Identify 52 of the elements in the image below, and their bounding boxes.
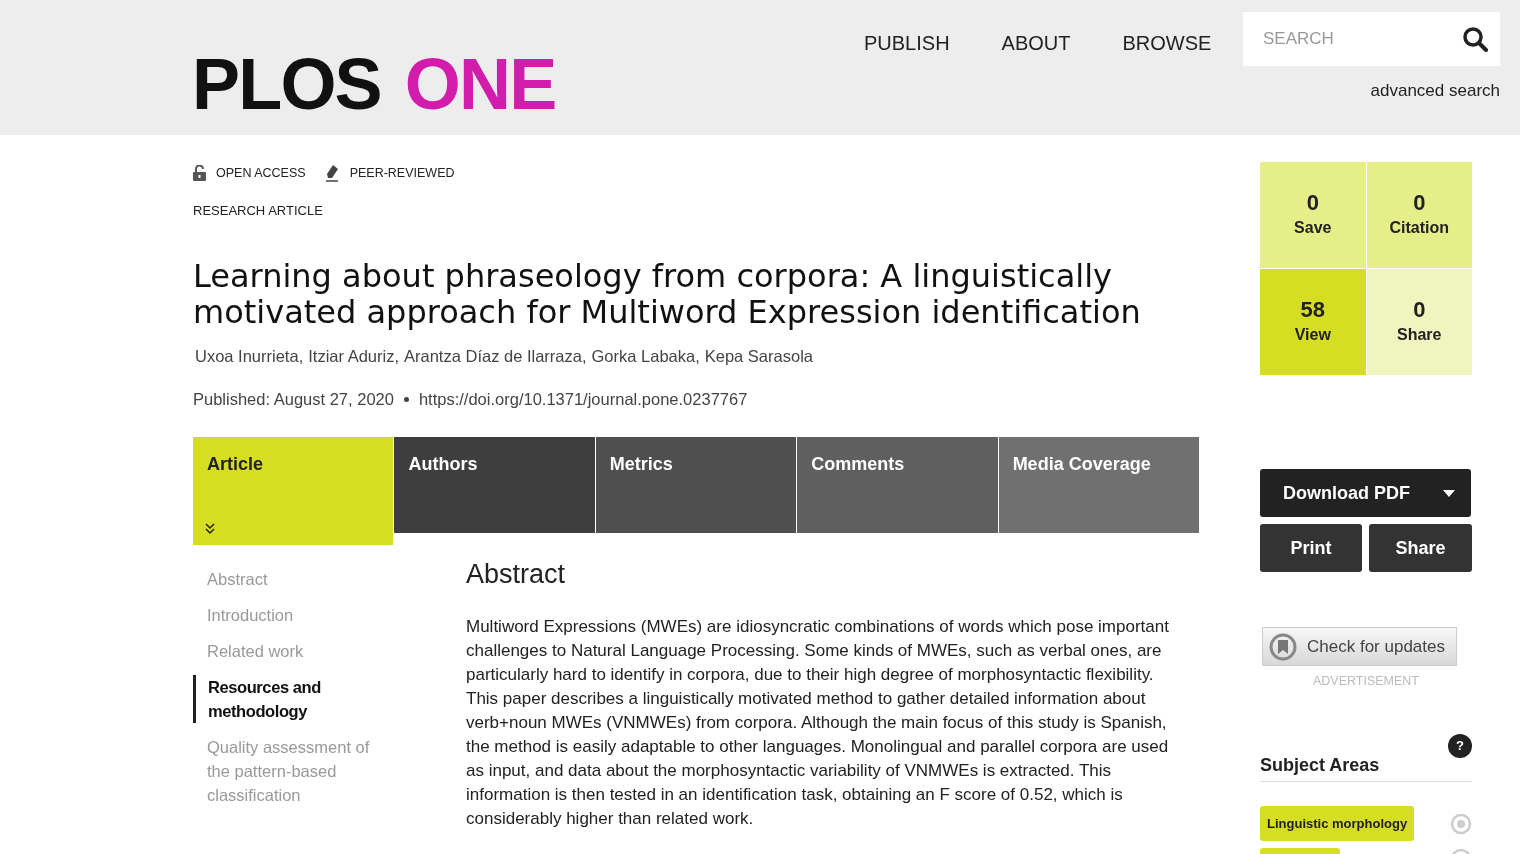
author-link[interactable]: Gorka Labaka, [591, 344, 700, 369]
author-link[interactable]: Arantza Díaz de Ilarraza, [404, 344, 587, 369]
metric-count: 0 [1413, 297, 1426, 323]
metric-label: Citation [1389, 218, 1449, 238]
subject-areas-heading: Subject Areas [1260, 751, 1472, 782]
search-field[interactable]: SEARCH [1243, 12, 1500, 66]
share-button[interactable]: Share [1369, 524, 1472, 572]
pen-icon [323, 164, 340, 183]
section-heading: Abstract [466, 560, 567, 588]
metric-label: Share [1397, 325, 1442, 345]
doi-link[interactable]: https://doi.org/10.1371/journal.pone.0237767 [418, 387, 748, 412]
download-pdf-button[interactable]: Download PDF [1260, 469, 1471, 517]
metric-tile[interactable]: 0 Share [1366, 269, 1472, 375]
check-updates-button[interactable]: Check for updates [1262, 627, 1457, 666]
nav-link[interactable]: ABOUT [1001, 28, 1071, 58]
publish-date: Published: August 27, 2020 [193, 389, 394, 410]
author-link[interactable]: Kepa Sarasola [704, 344, 813, 369]
metric-label: View [1294, 325, 1331, 345]
metric-count: 58 [1300, 297, 1325, 323]
author-link[interactable]: Itziar Aduriz, [308, 344, 399, 369]
advanced-search-link[interactable]: advanced search [1370, 78, 1500, 104]
article-tab[interactable]: Article [193, 436, 394, 545]
metric-tile[interactable]: 58 View [1260, 269, 1366, 375]
nav-link[interactable]: PUBLISH [864, 28, 950, 58]
metric-tile[interactable]: 0 Citation [1366, 162, 1472, 268]
caret-icon [1443, 489, 1455, 497]
metric-label: Save [1294, 218, 1332, 238]
nav-link[interactable]: BROWSE [1122, 28, 1212, 58]
author-link[interactable]: Uxoa Inurrieta, [195, 344, 304, 369]
advertisement-label: ADVERTISEMENT [1311, 673, 1420, 690]
badge-label: OPEN ACCESS [216, 165, 306, 182]
toc-link[interactable]: Resources and methodology [193, 674, 426, 723]
metric-count: 0 [1306, 190, 1319, 216]
radio-icon[interactable] [1450, 812, 1472, 835]
bookmark-circle-icon [1269, 632, 1297, 661]
chevron-down-icon [205, 522, 215, 535]
subject-tag[interactable]: Linguistic morphology [1260, 805, 1415, 842]
article-title: Learning about phraseology from corpora: A linguistically motivated approach for Multiword Expression identification [193, 258, 1142, 331]
badge-label: PEER-REVIEWED [349, 165, 455, 182]
metric-count: 0 [1413, 190, 1426, 216]
metric-tile[interactable]: 0 Save [1260, 162, 1366, 268]
article-type: RESEARCH ARTICLE [193, 201, 324, 220]
print-button[interactable]: Print [1260, 524, 1362, 572]
abstract-text: Multiword Expressions (MWEs) are idiosyncratic combinations of words which pose important challenges to Natural Language Processing. Some kinds of MWEs, such as verbal ones, are particularly hard to identify in corpora, due to their high degree of morphosyntactic flexibility. This paper describes a linguistically motivated method to gather detailed information about verb+noun MWEs (VNMWEs) from corpora. Although the main focus of this study is Spanish, the method is easily adaptable to other languages. Monolingual and parallel corpora are used as input, and data about the morphosyntactic variability of VNMWEs is extracted. This information is then tested in an identification task, obtaining an F score of 0.52, which is considerably higher than related work. [466, 615, 1170, 830]
article-tab[interactable]: Authors [394, 436, 595, 533]
logo[interactable]: PLOS ONE [192, 48, 660, 120]
search-icon[interactable] [1462, 26, 1488, 52]
article-tab[interactable]: Comments [797, 436, 998, 533]
padlock-icon [193, 165, 206, 182]
help-icon[interactable]: ? [1448, 733, 1472, 758]
article-tab[interactable]: Metrics [595, 436, 797, 533]
article-tab[interactable]: Media Coverage [998, 436, 1200, 533]
